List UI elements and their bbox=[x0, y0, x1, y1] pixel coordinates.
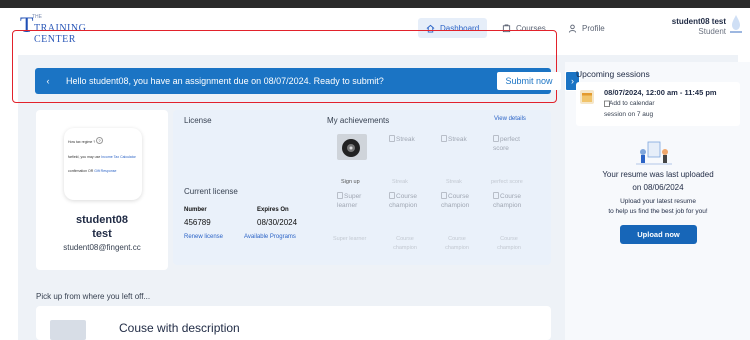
upcoming-sessions-title: Upcoming sessions bbox=[576, 69, 650, 79]
thumb-line3: confirmation OR bbox=[68, 169, 95, 173]
session-card[interactable]: 08/07/2024, 12:00 am - 11:45 pm Add to c… bbox=[576, 82, 740, 126]
user-icon bbox=[568, 24, 577, 33]
session-note: session on 7 aug bbox=[604, 111, 654, 118]
achievement-badge: Course champion bbox=[493, 192, 522, 209]
user-name: student08 test bbox=[671, 17, 726, 26]
nav-profile[interactable]: Profile bbox=[568, 18, 605, 38]
add-to-calendar-link[interactable]: Add to calendar bbox=[609, 100, 655, 107]
profile-card: How tax regime ? ? farfield, you may use… bbox=[36, 110, 168, 270]
calendar-event-icon bbox=[580, 90, 594, 104]
session-date: 08/07/2024, 12:00 am - 11:45 pm bbox=[604, 88, 717, 97]
license-number-label: Number bbox=[184, 207, 207, 213]
achievement-badge: Streak bbox=[441, 135, 477, 144]
submit-now-button[interactable]: Submit now bbox=[497, 72, 561, 90]
chevron-left-icon[interactable]: ‹ bbox=[41, 74, 55, 88]
achievement-badge: Course champion bbox=[441, 192, 470, 209]
available-programs-link[interactable]: Available Programs bbox=[244, 234, 296, 240]
view-details-link[interactable]: View details bbox=[494, 116, 526, 122]
pickup-title: Pick up from where you left off... bbox=[36, 292, 151, 301]
upload-now-button[interactable]: Upload now bbox=[620, 225, 697, 244]
current-license-label: Current license bbox=[184, 187, 238, 196]
thumb-line1: How tax regime ? bbox=[68, 140, 96, 144]
license-expires-value: 08/30/2024 bbox=[257, 218, 298, 227]
course-title[interactable]: Couse with description bbox=[119, 321, 240, 335]
license-achievements-card: License Current license Number 456789 Ex… bbox=[173, 110, 551, 265]
window-top-bar bbox=[0, 0, 750, 8]
achievement-label: Super learner bbox=[333, 236, 367, 242]
resume-line1: Your resume was last uploaded bbox=[602, 170, 714, 179]
thumb-line2-link: Income Tax Calculator bbox=[101, 155, 136, 159]
question-icon: ? bbox=[96, 137, 103, 144]
nav-profile-label: Profile bbox=[582, 23, 605, 33]
license-expires-label: Expires On bbox=[257, 207, 289, 213]
achievement-label: Course champion bbox=[393, 236, 417, 251]
course-thumbnail bbox=[50, 320, 86, 340]
logo-the: THE bbox=[32, 14, 42, 20]
user-menu[interactable]: student08 test Student bbox=[672, 17, 726, 37]
achievement-badge: Streak bbox=[389, 135, 425, 144]
course-card[interactable]: Couse with description bbox=[36, 306, 551, 340]
renew-license-link[interactable]: Renew license bbox=[184, 234, 223, 240]
thumb-line3-link: Gift Response bbox=[94, 169, 117, 173]
achievements-title: My achievements bbox=[327, 116, 390, 125]
profile-email: student08@fingent.cc bbox=[63, 243, 141, 252]
resume-illustration-icon bbox=[636, 141, 672, 165]
achievement-label: Streak bbox=[446, 179, 462, 185]
license-title: License bbox=[184, 116, 212, 125]
profile-first-name: student08 bbox=[76, 214, 128, 226]
resume-line3: Upload your latest resume bbox=[620, 198, 696, 205]
achievement-label: Streak bbox=[392, 179, 408, 185]
assignment-banner: ‹ Hello student08, you have an assignmen… bbox=[35, 68, 580, 94]
profile-last-name: test bbox=[92, 228, 112, 240]
resume-line2: on 08/06/2024 bbox=[632, 183, 684, 192]
banner-message: Hello student08, you have an assignment … bbox=[66, 76, 384, 86]
achievement-badge: Super learner bbox=[337, 192, 362, 209]
thumb-line2: farfield, you may use bbox=[68, 155, 102, 159]
license-number-value: 456789 bbox=[184, 218, 211, 227]
achievement-badge: Course champion bbox=[389, 192, 418, 209]
achievement-label: Course champion bbox=[445, 236, 469, 251]
achievement-badge: perfect score bbox=[493, 135, 520, 152]
sign-up-badge-icon bbox=[337, 134, 367, 160]
achievement-label: perfect score bbox=[491, 179, 523, 185]
user-avatar-logo-icon[interactable] bbox=[728, 14, 744, 36]
achievement-label: Course champion bbox=[497, 236, 521, 251]
profile-thumbnail: How tax regime ? ? farfield, you may use… bbox=[64, 128, 142, 200]
resume-line4: to help us find the best job for you! bbox=[608, 208, 708, 215]
user-role: Student bbox=[698, 27, 726, 36]
achievement-label: Sign up bbox=[341, 179, 360, 185]
